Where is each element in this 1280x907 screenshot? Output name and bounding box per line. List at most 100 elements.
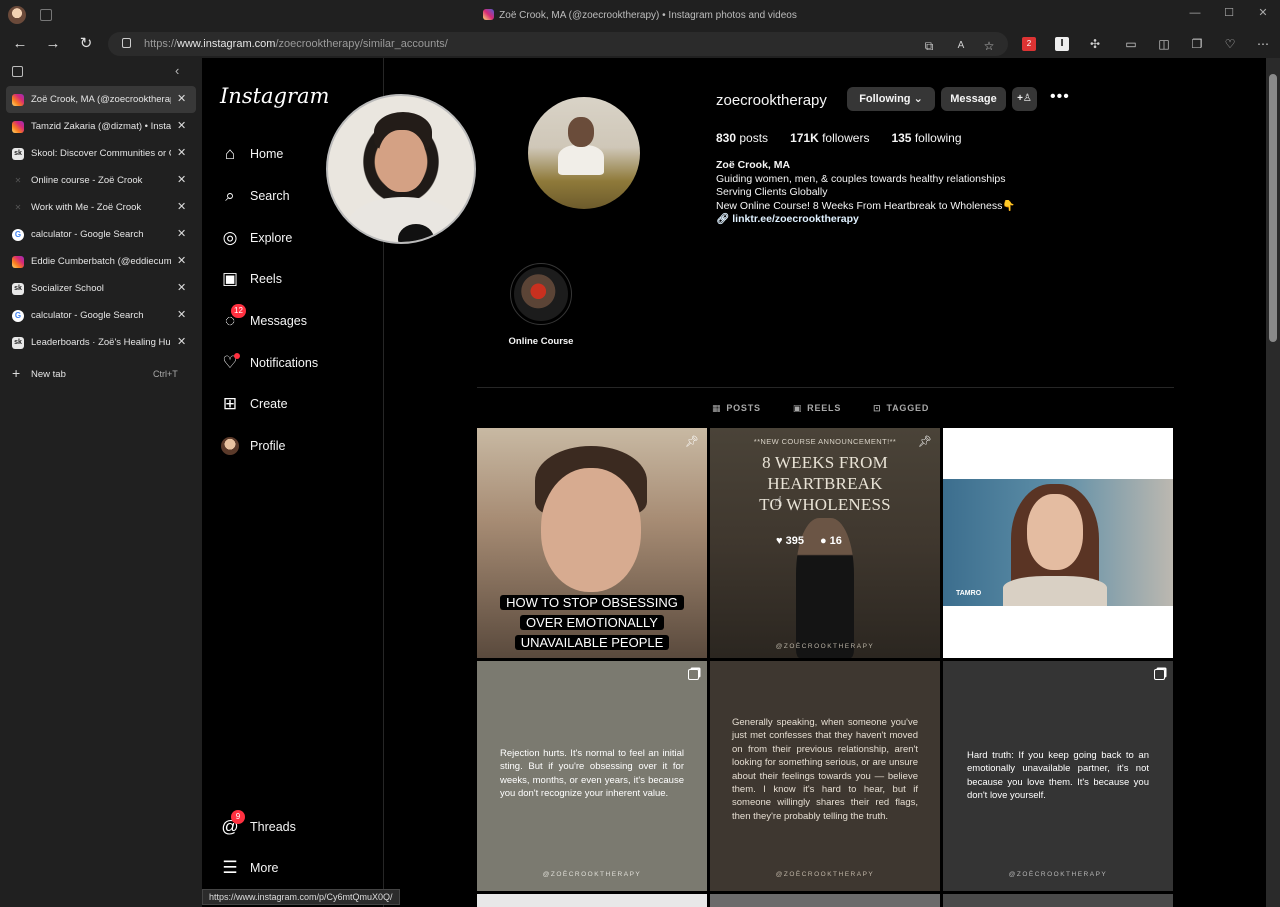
following-link[interactable]: 135 following bbox=[891, 131, 961, 145]
tab-actions-icon[interactable] bbox=[12, 66, 23, 77]
home-icon: ⌂ bbox=[224, 144, 236, 163]
minimize-icon[interactable]: — bbox=[1188, 6, 1202, 20]
story-highlight[interactable] bbox=[510, 263, 572, 325]
close-tab-icon[interactable]: ✕ bbox=[177, 227, 186, 240]
profile-name: Zoë Crook, MA bbox=[716, 159, 791, 171]
tagged-icon: ⊡ bbox=[873, 403, 882, 413]
tab-item[interactable]: ✕ Work with Me - Zoë Crook ✕ bbox=[6, 194, 196, 221]
new-tab-button[interactable]: + New tab Ctrl+T bbox=[6, 360, 196, 387]
tab-reels[interactable]: ▣ REELS bbox=[793, 403, 841, 414]
nav-reels[interactable]: ▣ Reels bbox=[220, 265, 370, 293]
avatar bbox=[220, 436, 240, 456]
compass-icon: ◎ bbox=[222, 228, 238, 247]
close-tab-icon[interactable]: ✕ bbox=[177, 92, 186, 105]
followers-link[interactable]: 171K followers bbox=[790, 131, 869, 145]
tab-tagged[interactable]: ⊡ TAGGED bbox=[873, 403, 929, 414]
plus-icon: + bbox=[12, 365, 21, 381]
nav-threads[interactable]: @9 Threads bbox=[220, 810, 370, 841]
post-tile[interactable] bbox=[710, 894, 940, 907]
close-tab-icon[interactable]: ✕ bbox=[177, 173, 186, 186]
close-tab-icon[interactable]: ✕ bbox=[177, 200, 186, 213]
close-tab-icon[interactable]: ✕ bbox=[177, 335, 186, 348]
scrollbar-thumb[interactable] bbox=[1269, 74, 1277, 342]
hamburger-menu-icon: ☰ bbox=[222, 858, 238, 877]
profile-picture[interactable] bbox=[528, 97, 640, 209]
post-quote: Hard truth: If you keep going back to an… bbox=[967, 750, 1149, 802]
maximize-icon[interactable]: ☐ bbox=[1222, 6, 1236, 20]
post-tile[interactable] bbox=[943, 894, 1173, 907]
post-tile[interactable]: Generally speaking, when someone you've … bbox=[710, 661, 940, 891]
instagram-logo[interactable]: Instagram bbox=[220, 84, 329, 108]
post-tile[interactable]: **NEW COURSE ANNOUNCEMENT!** 8 WEEKS FRO… bbox=[710, 428, 940, 658]
post-tile[interactable]: Hard truth: If you keep going back to an… bbox=[943, 661, 1173, 891]
suggest-user-icon[interactable]: +♙ bbox=[1012, 87, 1037, 111]
split-screen-icon[interactable]: ◫ bbox=[1157, 37, 1171, 51]
tab-item[interactable]: sk Socializer School ✕ bbox=[6, 275, 196, 302]
open-in-app-icon[interactable]: ⧉ bbox=[922, 39, 936, 53]
close-window-icon[interactable]: ✕ bbox=[1256, 6, 1270, 20]
collapse-panel-icon[interactable]: ‹ bbox=[175, 63, 179, 78]
page-scrollbar[interactable] bbox=[1266, 58, 1280, 907]
close-tab-icon[interactable]: ✕ bbox=[177, 281, 186, 294]
post-caption: HOW TO STOP OBSESSING OVER EMOTIONALLY U… bbox=[477, 593, 707, 653]
back-icon[interactable]: ← bbox=[11, 35, 29, 53]
post-tile[interactable]: TAMRO bbox=[943, 428, 1173, 658]
extensions-puzzle-icon[interactable]: ✣ bbox=[1088, 37, 1102, 51]
post-tile[interactable]: 📌︎ HOW TO STOP OBSESSING OVER EMOTIONALL… bbox=[477, 428, 707, 658]
address-bar[interactable]: https://www.instagram.com/zoecrooktherap… bbox=[108, 32, 1008, 56]
highlight-label[interactable]: Online Course bbox=[492, 336, 590, 347]
link-icon: 🔗︎ bbox=[716, 213, 733, 225]
bio-line: Guiding women, men, & couples towards he… bbox=[716, 172, 1006, 185]
instagram-favicon-icon bbox=[483, 9, 495, 20]
tab-item[interactable]: Zoë Crook, MA (@zoecrooktherapy ✕ bbox=[6, 86, 196, 113]
tab-item[interactable]: sk Skool: Discover Communities or Cre ✕ bbox=[6, 140, 196, 167]
favorite-star-icon[interactable]: ☆ bbox=[982, 39, 996, 53]
skool-favicon-icon: sk bbox=[12, 283, 24, 295]
tab-item[interactable]: Gcalculator - Google Search ✕ bbox=[6, 221, 196, 248]
settings-more-icon[interactable]: ⋯ bbox=[1256, 37, 1270, 51]
google-favicon-icon: G bbox=[12, 310, 24, 322]
carousel-icon bbox=[688, 669, 699, 680]
lock-icon[interactable] bbox=[122, 38, 131, 48]
refresh-icon[interactable]: ↻ bbox=[77, 35, 95, 53]
post-hover-stats: ♥ 395 ● 16 bbox=[776, 535, 842, 547]
close-tab-icon[interactable]: ✕ bbox=[177, 119, 186, 132]
extension-i-icon[interactable]: I bbox=[1055, 37, 1069, 51]
tab-item[interactable]: Tamzid Zakaria (@dizmat) • Instagra ✕ bbox=[6, 113, 196, 140]
forward-icon[interactable]: → bbox=[44, 35, 62, 53]
post-quote: Rejection hurts. It's normal to feel an … bbox=[500, 748, 684, 800]
instagram-favicon-icon bbox=[12, 94, 24, 106]
nav-messages[interactable]: ◌ 12 Messages bbox=[220, 304, 370, 335]
read-aloud-icon[interactable]: A bbox=[954, 39, 968, 53]
extension-icon[interactable]: 2 bbox=[1022, 37, 1036, 51]
collections-icon[interactable]: ❐ bbox=[1190, 37, 1204, 51]
more-options-icon[interactable]: ••• bbox=[1050, 88, 1070, 106]
tab-item[interactable]: Gcalculator - Google Search ✕ bbox=[6, 302, 196, 329]
hand-cursor-icon: ☝ bbox=[774, 493, 783, 509]
close-tab-icon[interactable]: ✕ bbox=[177, 254, 186, 267]
close-tab-icon[interactable]: ✕ bbox=[177, 308, 186, 321]
google-favicon-icon: G bbox=[12, 229, 24, 241]
bio-link[interactable]: 🔗︎ linktr.ee/zoecrooktherapy bbox=[716, 213, 1015, 227]
heart-icon: ♥ bbox=[776, 535, 783, 547]
tab-item[interactable]: ✕ Online course - Zoë Crook ✕ bbox=[6, 167, 196, 194]
nav-notifications[interactable]: ♡ Notifications bbox=[220, 349, 370, 377]
message-button[interactable]: Message bbox=[941, 87, 1006, 111]
posts-count: 830 posts bbox=[716, 131, 769, 145]
nav-more[interactable]: ☰ More bbox=[220, 854, 370, 882]
browser-essentials-icon[interactable]: ♡ bbox=[1223, 37, 1237, 51]
tab-item[interactable]: sk Leaderboards · Zoë's Healing Hub ✕ bbox=[6, 329, 196, 356]
post-tile[interactable]: Rejection hurts. It's normal to feel an … bbox=[477, 661, 707, 891]
tab-posts[interactable]: ▦ POSTS bbox=[712, 403, 761, 414]
profile-bio: Zoë Crook, MA Guiding women, men, & coup… bbox=[716, 159, 1015, 227]
close-tab-icon[interactable]: ✕ bbox=[177, 146, 186, 159]
following-button[interactable]: Following ⌄ bbox=[847, 87, 935, 111]
nav-profile[interactable]: Profile bbox=[220, 432, 370, 460]
profile-stats: 830 posts 171K followers 135 following bbox=[716, 131, 962, 145]
post-tile[interactable] bbox=[477, 894, 707, 907]
nav-create[interactable]: ⊞ Create bbox=[220, 390, 370, 418]
tab-item[interactable]: Eddie Cumberbatch (@eddiecumbe ✕ bbox=[6, 248, 196, 275]
pin-icon: 📌︎ bbox=[918, 436, 932, 448]
cast-icon[interactable]: ▭ bbox=[1124, 37, 1138, 51]
url-text[interactable]: https://www.instagram.com/zoecrooktherap… bbox=[144, 38, 448, 50]
